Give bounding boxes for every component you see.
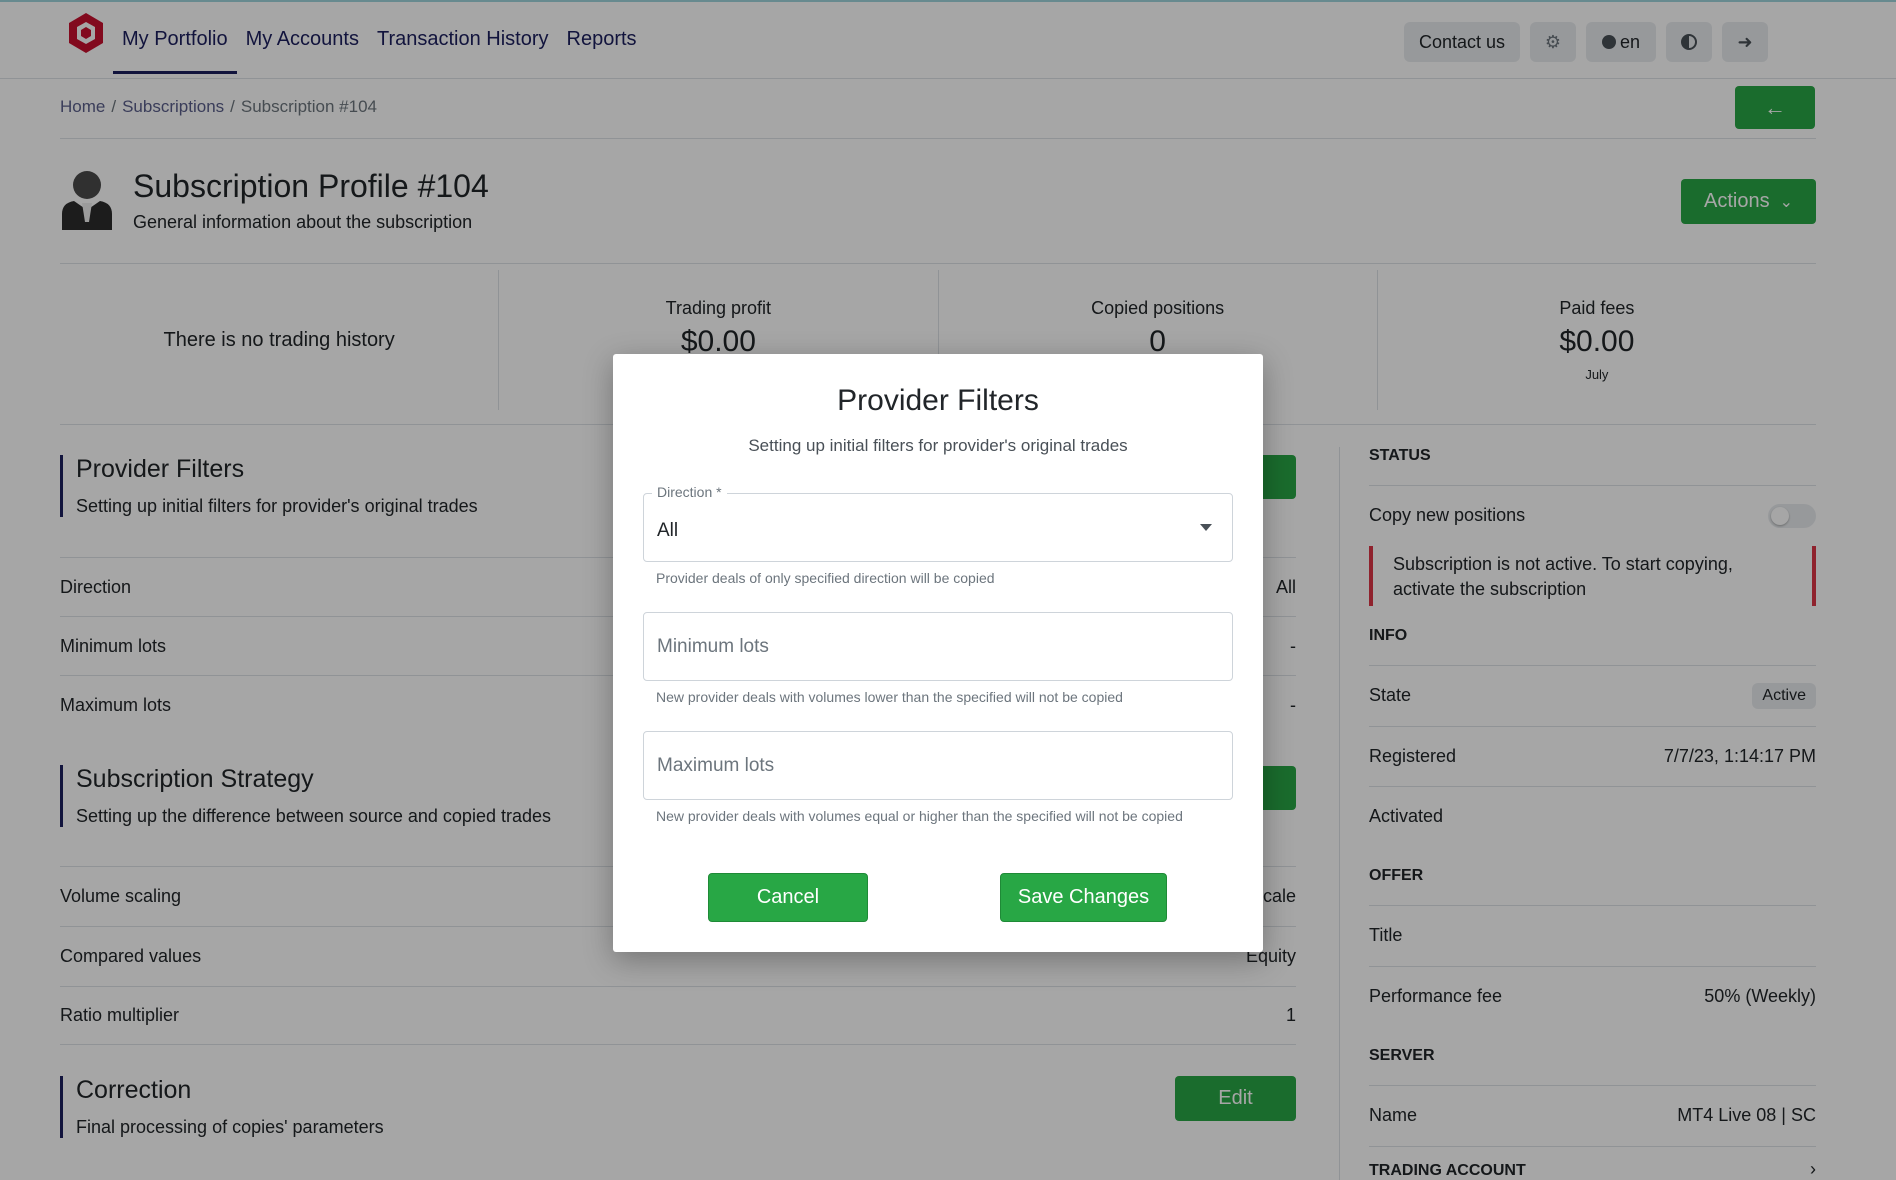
caret-down-icon (1200, 524, 1212, 531)
direction-value: All (657, 520, 679, 541)
dialog-title: Provider Filters (837, 384, 1039, 417)
direction-label: Direction * (652, 484, 727, 500)
maximum-lots-input[interactable]: Maximum lots (643, 731, 1233, 800)
maximum-lots-placeholder: Maximum lots (657, 755, 775, 776)
minimum-lots-input[interactable]: Minimum lots (643, 612, 1233, 681)
provider-filters-dialog: Provider Filters Setting up initial filt… (613, 354, 1263, 952)
save-changes-button[interactable]: Save Changes (1000, 873, 1167, 922)
minimum-lots-hint: New provider deals with volumes lower th… (656, 689, 1123, 705)
cancel-button[interactable]: Cancel (708, 873, 868, 922)
maximum-lots-hint: New provider deals with volumes equal or… (656, 808, 1183, 824)
minimum-lots-placeholder: Minimum lots (657, 636, 769, 657)
direction-hint: Provider deals of only specified directi… (656, 570, 995, 586)
direction-select[interactable]: Direction * All (643, 484, 1233, 562)
dialog-subtitle: Setting up initial filters for provider'… (748, 436, 1128, 455)
